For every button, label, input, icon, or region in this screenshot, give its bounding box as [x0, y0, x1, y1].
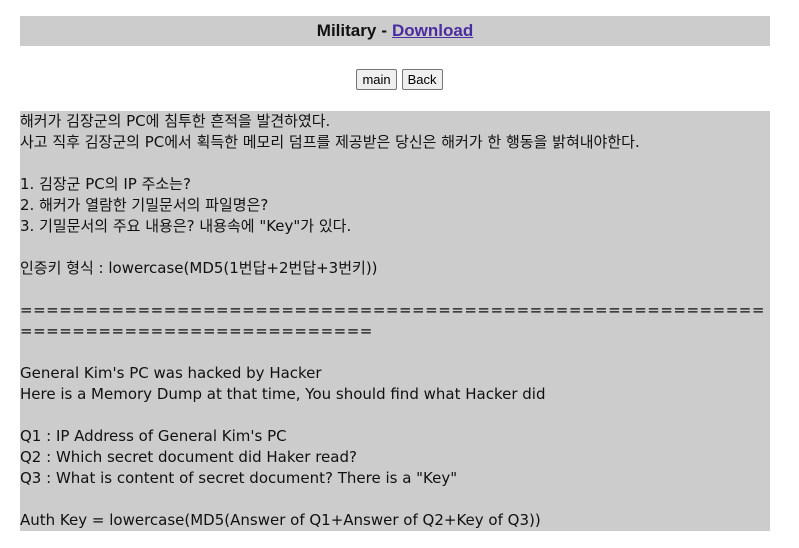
- download-link[interactable]: Download: [392, 21, 473, 41]
- divider-line: ========================================…: [20, 301, 765, 340]
- page-title: Military: [316, 21, 377, 40]
- question-1-kr: 1. 김장군 PC의 IP 주소는?: [20, 175, 191, 193]
- question-2-en: Q2 : Which secret document did Haker rea…: [20, 448, 357, 466]
- question-3-kr: 3. 기밀문서의 주요 내용은? 내용속에 "Key"가 있다.: [20, 217, 352, 235]
- auth-format-en: Auth Key = lowercase(MD5(Answer of Q1+An…: [20, 511, 541, 529]
- description-line: 해커가 김장군의 PC에 침투한 흔적을 발견하였다.: [20, 112, 331, 130]
- challenge-description: 해커가 김장군의 PC에 침투한 흔적을 발견하였다. 사고 직후 김장군의 P…: [20, 111, 770, 531]
- title-separator: -: [381, 21, 387, 40]
- question-3-en: Q3 : What is content of secret document?…: [20, 469, 458, 487]
- question-2-kr: 2. 해커가 열람한 기밀문서의 파일명은?: [20, 196, 269, 214]
- description-line: 사고 직후 김장군의 PC에서 획득한 메모리 덤프를 제공받은 당신은 해커가…: [20, 133, 640, 151]
- header-bar: Military - Download: [20, 16, 770, 46]
- question-1-en: Q1 : IP Address of General Kim's PC: [20, 427, 287, 445]
- main-button[interactable]: main: [356, 69, 397, 90]
- auth-format-kr: 인증키 형식 : lowercase(MD5(1번답+2번답+3번키)): [20, 259, 378, 277]
- back-button[interactable]: Back: [401, 69, 443, 90]
- description-line-en: General Kim's PC was hacked by Hacker: [20, 364, 322, 382]
- description-line-en: Here is a Memory Dump at that time, You …: [20, 385, 546, 403]
- button-row: main Back: [0, 69, 799, 90]
